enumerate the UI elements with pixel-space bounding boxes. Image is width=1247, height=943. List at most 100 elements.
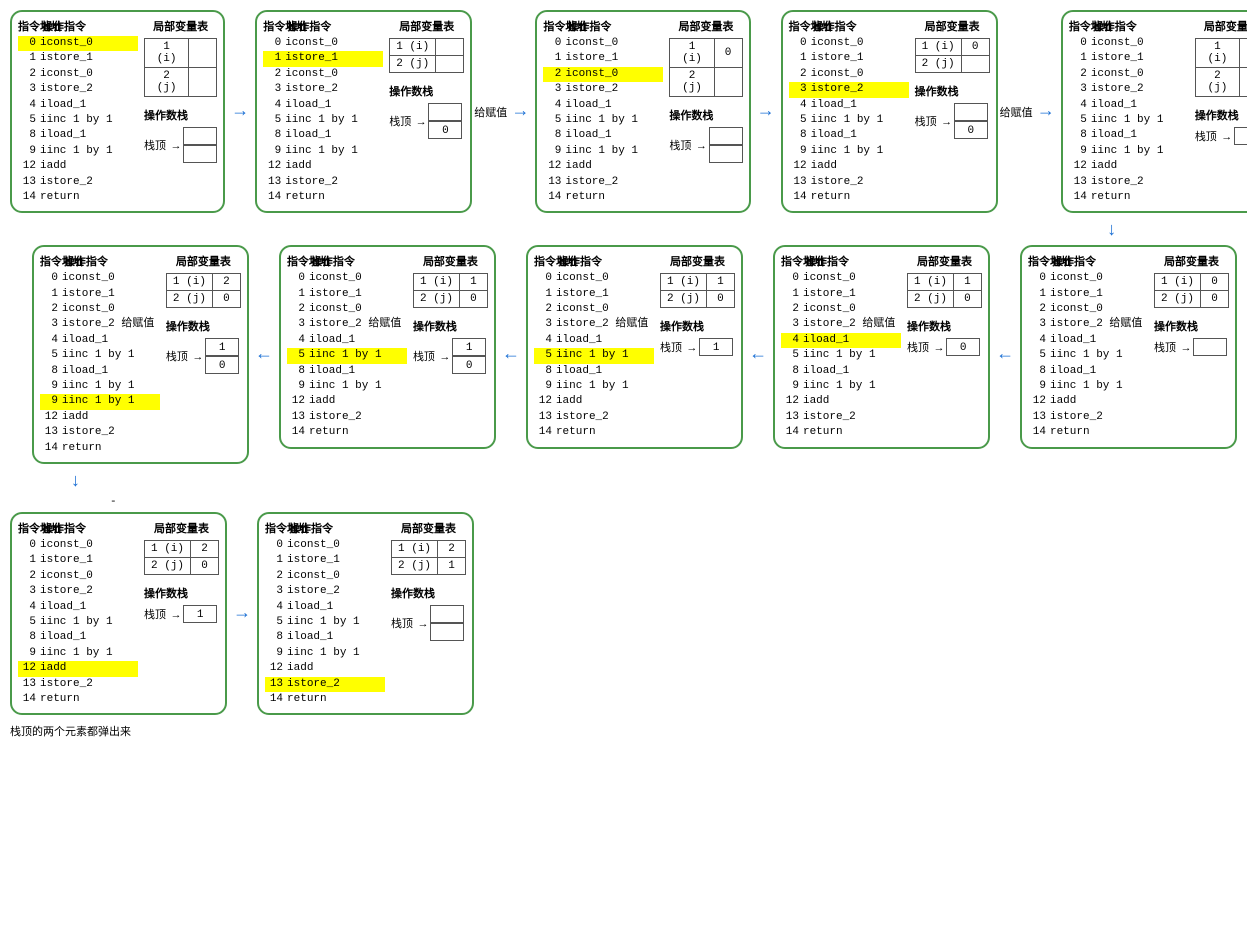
right-panel-3: 局部变量表 1 (i)0 2 (j) 操作数栈 栈顶 → [669,18,742,205]
table-row: 2 (j)0 [907,291,981,308]
instr-header-6: 指令地址 操作指令 [40,253,160,269]
instr-row: 8iload_1 [263,128,383,143]
instr-row: 4iload_1 [18,600,138,615]
instr-row: 4iload_1 [287,333,407,348]
table-row: 1 (i)2 [166,274,240,291]
stack-visual: 栈顶 → 1 0 [413,338,488,374]
instr-row: 14return [781,425,901,440]
instr-row: 14return [265,692,385,707]
stack-top-label: 栈顶 → [391,615,426,631]
instr-header-8: 指令地址 操作指令 [534,253,654,269]
stack-section-9: 操作数栈 栈顶 → 0 [907,318,982,356]
stack-cell [430,623,464,641]
local-var-title: 局部变量表 [144,18,217,34]
stack-top-label: 栈顶 → [660,339,695,355]
instr-row: 3istore_2 给赋值 [781,317,901,332]
right-panel-5: 局部变量表 1 (i)0 2 (j)0 操作数栈 栈顶 → [1195,18,1247,205]
instr-row: 13istore_2 [287,410,407,425]
frame-2: 指令地址 操作指令 0iconst_0 1istore_1 2iconst_0 … [255,10,472,213]
row-1: 指令地址 操作指令 0iconst_0 1istore_1 2iconst_0 … [10,10,1237,213]
right-panel-10: 局部变量表 1 (i)0 2 (j)0 操作数栈 栈顶 → [1154,253,1229,440]
instr-row: 1istore_1 [40,287,160,302]
stack-title: 操作数栈 [389,83,464,99]
instr-row: 2iconst_0 [543,67,663,82]
local-var-9: 局部变量表 1 (i)1 2 (j)0 [907,253,982,308]
page-container: 指令地址 操作指令 0iconst_0 1istore_1 2iconst_0 … [0,0,1247,749]
instr-row: 14return [789,190,909,205]
stack-title: 操作数栈 [669,107,742,123]
instr-row: 2iconst_0 [1028,302,1148,317]
local-var-10: 局部变量表 1 (i)0 2 (j)0 [1154,253,1229,308]
stack-visual: 栈顶 → [144,127,217,163]
instr-row: 2iconst_0 [789,67,909,82]
frame-9: 指令地址 操作指令 0iconst_0 1istore_1 2iconst_0 … [773,245,990,448]
stack-title: 操作数栈 [1195,107,1247,123]
instr-header-4: 指令地址 操作指令 [789,18,909,34]
instr-row: 3istore_2 [543,82,663,97]
frame-11: 指令地址 操作指令 0iconst_0 1istore_1 2iconst_0 … [10,512,227,715]
local-var-title: 局部变量表 [907,253,982,269]
frame-4: 指令地址 操作指令 0iconst_0 1istore_1 2iconst_0 … [781,10,998,213]
arrow-left-9: ← [990,345,1020,365]
local-var-table: 1 (i)1 2 (j)0 [413,273,488,308]
instr-row: 1istore_1 [534,287,654,302]
stack-cells [430,605,464,641]
stack-cells: 1 0 [452,338,486,374]
table-row: 1 (i) [390,39,464,56]
instr-row: 9iinc 1 by 1 [265,646,385,661]
instr-row: 9iinc 1 by 1 [789,144,909,159]
instr-row: 9iinc 1 by 1 [18,144,138,159]
instr-row: 0iconst_0 [40,271,160,286]
instr-row: 0iconst_0 [1069,36,1189,51]
instr-row: 1istore_1 [18,51,138,66]
instr-row: 0iconst_0 [789,36,909,51]
instr-row: 8iload_1 [789,128,909,143]
stack-title: 操作数栈 [413,318,488,334]
local-var-title: 局部变量表 [1195,18,1247,34]
instr-row: 5iinc 1 by 1 [534,348,654,363]
local-var-11: 局部变量表 1 (i)2 2 (j)0 [144,520,219,575]
stack-cell: 0 [205,356,239,374]
instr-table-11: 指令地址 操作指令 0iconst_0 1istore_1 2iconst_0 … [18,520,138,707]
instr-header-7: 指令地址 操作指令 [287,253,407,269]
stack-cell [183,127,217,145]
instr-row: 1istore_1 [1069,51,1189,66]
instr-row: 8iload_1 [40,364,160,379]
stack-title: 操作数栈 [144,107,217,123]
local-var-table: 1 (i) 2 (j) [144,38,217,97]
instr-row: 4iload_1 [265,600,385,615]
table-row: 1 (i) [145,39,217,68]
right-panel-1: 局部变量表 1 (i) 2 (j) 操作数栈 栈顶 → [144,18,217,205]
stack-cell [709,145,743,163]
stack-title: 操作数栈 [144,585,219,601]
frame-6: 指令地址 操作指令 0iconst_0 1istore_1 2iconst_0 … [32,245,249,464]
instr-row: 5iinc 1 by 1 [789,113,909,128]
stack-top-label: 栈顶 → [1195,128,1230,144]
stack-visual: 栈顶 → 1 [660,338,735,356]
instr-row: 5iinc 1 by 1 [265,615,385,630]
local-var-6: 局部变量表 1 (i)2 2 (j)0 [166,253,241,308]
local-var-title: 局部变量表 [389,18,464,34]
instr-row: 9iinc 1 by 1 [1069,144,1189,159]
table-row: 2 (j)0 [660,291,734,308]
right-panel-4: 局部变量表 1 (i)0 2 (j) 操作数栈 栈顶 → 0 [915,18,990,205]
instr-row: 5iinc 1 by 1 [263,113,383,128]
instr-row: 9iinc 1 by 1 [263,144,383,159]
down-arrow-2: ↓ [10,472,1237,492]
frame-5: 指令地址 操作指令 0iconst_0 1istore_1 2iconst_0 … [1061,10,1247,213]
table-row: 1 (i)0 [1154,274,1228,291]
instr-row: 14return [1069,190,1189,205]
instr-row: 9iinc 1 by 1 [1028,379,1148,394]
frame-8: 指令地址 操作指令 0iconst_0 1istore_1 2iconst_0 … [526,245,743,448]
stack-cell [428,103,462,121]
instr-row: 2iconst_0 [534,302,654,317]
instr-row: 9iinc 1 by 1 [40,379,160,394]
local-var-5: 局部变量表 1 (i)0 2 (j)0 [1195,18,1247,97]
frame-12: 指令地址 操作指令 0iconst_0 1istore_1 2iconst_0 … [257,512,474,715]
stack-cells [183,127,217,163]
instr-table-4: 指令地址 操作指令 0iconst_0 1istore_1 2iconst_0 … [789,18,909,205]
stack-section-2: 操作数栈 栈顶 → 0 [389,83,464,139]
instr-row: 5iinc 1 by 1 [1028,348,1148,363]
stack-title: 操作数栈 [1154,318,1229,334]
instr-row: 14return [1028,425,1148,440]
